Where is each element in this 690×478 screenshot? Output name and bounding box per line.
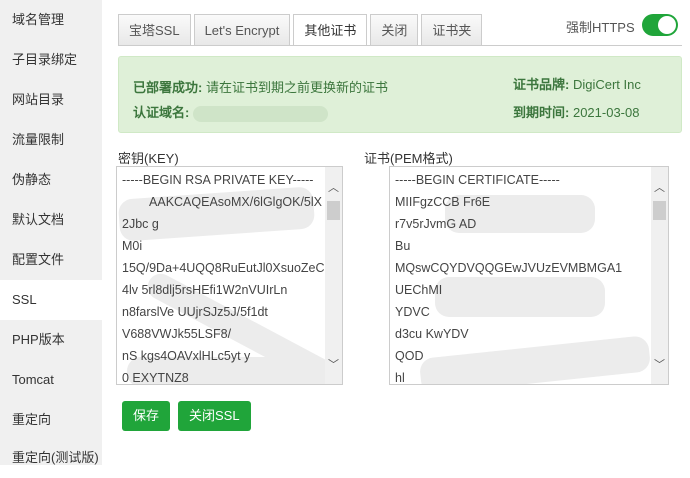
scroll-up-icon[interactable]: ︿ bbox=[651, 179, 668, 195]
key-line: M0i bbox=[122, 239, 143, 253]
sidebar-item-redirect-beta[interactable]: 重定向(测试版) bbox=[0, 438, 102, 478]
brand-label: 证书品牌: bbox=[513, 77, 570, 92]
cert-scrollbar[interactable]: ︿ ﹀ bbox=[651, 167, 668, 384]
cert-line: d3cu KwYDV bbox=[395, 327, 469, 341]
key-line: 0 EXYTNZ8 bbox=[122, 371, 189, 385]
expire-value: 2021-03-08 bbox=[572, 105, 640, 120]
tab-cert-folder[interactable]: 证书夹 bbox=[421, 14, 483, 45]
key-line: -----BEGIN RSA PRIVATE KEY----- bbox=[122, 173, 314, 187]
sidebar-item-traffic[interactable]: 流量限制 bbox=[0, 120, 102, 160]
save-button[interactable]: 保存 bbox=[122, 401, 171, 431]
cert-line: YDVC bbox=[395, 305, 430, 319]
key-line: 15Q/9Da+4UQQ8RuEutJl0XsuoZeCwvS bbox=[122, 261, 324, 275]
ssl-status-alert: 已部署成功: 请在证书到期之前更换新的证书 认证域名: 证书品牌: DigiCe… bbox=[118, 56, 682, 133]
sidebar-item-domain[interactable]: 域名管理 bbox=[0, 0, 102, 40]
sidebar-item-tomcat[interactable]: Tomcat bbox=[0, 360, 102, 400]
sidebar-item-rewrite[interactable]: 伪静态 bbox=[0, 160, 102, 200]
cert-line: MIIFgzCCB Fr6E bbox=[395, 195, 491, 209]
key-label: 密钥(KEY) bbox=[118, 151, 179, 166]
sidebar-item-php[interactable]: PHP版本 bbox=[0, 320, 102, 360]
key-textarea[interactable]: -----BEGIN RSA PRIVATE KEY----- AAKCAQEA… bbox=[116, 166, 343, 385]
cert-line: UEChMI bbox=[395, 283, 443, 297]
sidebar-item-default-doc[interactable]: 默认文档 bbox=[0, 200, 102, 240]
cert-line: r7v5rJvmG AD bbox=[395, 217, 477, 231]
sidebar-item-subdir[interactable]: 子目录绑定 bbox=[0, 40, 102, 80]
scroll-down-icon[interactable]: ﹀ bbox=[325, 356, 342, 372]
cert-line: hl bbox=[395, 371, 405, 385]
sidebar-item-site-dir[interactable]: 网站目录 bbox=[0, 80, 102, 120]
key-line: 4lv 5rl8dlj5rsHEfi1W2nVUIrLn bbox=[122, 283, 288, 297]
tab-divider bbox=[118, 45, 682, 46]
sidebar: 域名管理 子目录绑定 网站目录 流量限制 伪静态 默认文档 配置文件 SSL P… bbox=[0, 0, 102, 465]
tab-lets-encrypt[interactable]: Let's Encrypt bbox=[193, 14, 291, 45]
domain-label: 认证域名: bbox=[133, 105, 190, 120]
force-https-toggle[interactable] bbox=[642, 14, 678, 36]
sidebar-item-redirect[interactable]: 重定向 bbox=[0, 400, 102, 440]
tab-bt-ssl[interactable]: 宝塔SSL bbox=[118, 14, 191, 45]
tab-other-cert[interactable]: 其他证书 bbox=[293, 14, 368, 46]
key-scrollbar[interactable]: ︿ ﹀ bbox=[325, 167, 342, 384]
brand-value: DigiCert Inc bbox=[572, 77, 641, 92]
scroll-down-icon[interactable]: ﹀ bbox=[651, 356, 668, 372]
key-line: AAKCAQEAsoMX/6lGlgOK/5lX bbox=[149, 195, 322, 209]
cert-textarea[interactable]: -----BEGIN CERTIFICATE----- MIIFgzCCB Fr… bbox=[389, 166, 669, 385]
cert-line: -----BEGIN CERTIFICATE----- bbox=[395, 173, 560, 187]
tab-close[interactable]: 关闭 bbox=[370, 14, 419, 45]
key-line: 2Jbc g bbox=[122, 217, 159, 231]
sidebar-item-ssl[interactable]: SSL bbox=[0, 280, 102, 320]
key-line: V688VWJk55LSF8/ bbox=[122, 327, 232, 341]
sidebar-item-config[interactable]: 配置文件 bbox=[0, 240, 102, 280]
scroll-up-icon[interactable]: ︿ bbox=[325, 179, 342, 195]
expire-label: 到期时间: bbox=[513, 105, 570, 120]
domain-redacted bbox=[193, 105, 329, 122]
cert-line: MQswCQYDVQQGEwJVUzEVMBMGA1 bbox=[395, 261, 623, 275]
cert-label: 证书(PEM格式) bbox=[364, 151, 453, 166]
close-ssl-button[interactable]: 关闭SSL bbox=[178, 401, 251, 431]
ssl-tabs: 宝塔SSL Let's Encrypt 其他证书 关闭 证书夹 bbox=[118, 14, 485, 46]
force-https-label: 强制HTTPS bbox=[566, 20, 635, 35]
key-line: nS kgs4OAVxlHLc5yt y bbox=[122, 349, 251, 363]
cert-line: Bu bbox=[395, 239, 411, 253]
cert-line: QOD bbox=[395, 349, 424, 363]
status-text: 请在证书到期之前更换新的证书 bbox=[205, 80, 388, 95]
key-line: n8farslVe UUjrSJz5J/5f1dt bbox=[122, 305, 268, 319]
status-label: 已部署成功: bbox=[133, 80, 203, 95]
